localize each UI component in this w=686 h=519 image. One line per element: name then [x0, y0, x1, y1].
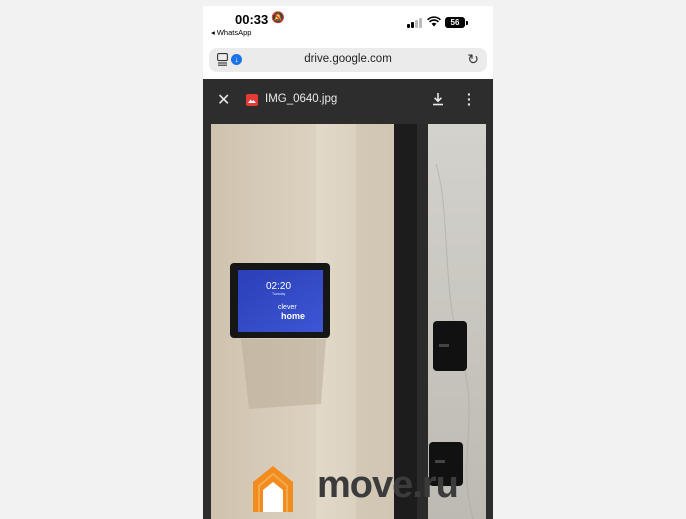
download-icon[interactable]: [431, 92, 445, 106]
device-brand-line1: clever: [278, 304, 297, 311]
photo-content: 02:20 Tuesday clever home move.ru: [211, 124, 486, 519]
address-bar[interactable]: ↓ drive.google.com ↻: [209, 48, 487, 72]
close-icon[interactable]: ✕: [217, 90, 230, 110]
url-text[interactable]: drive.google.com: [209, 53, 487, 65]
cell-signal-icon: [407, 18, 423, 28]
watermark-text: move.ru: [317, 464, 459, 506]
silent-bell-icon: 🔕: [271, 12, 285, 24]
device-screen-text: 02:20 Tuesday clever home: [238, 270, 323, 332]
drive-image-viewer: ✕ IMG_0640.jpg · · · 02:20 Tuesday cleve…: [203, 79, 493, 519]
status-bar: 00:33 🔕 ◂ WhatsApp 56: [203, 6, 493, 42]
back-to-app-link[interactable]: ◂ WhatsApp: [211, 28, 251, 37]
device-subtext: Tuesday: [272, 292, 286, 296]
device-time: 02:20: [266, 281, 292, 292]
file-name: IMG_0640.jpg: [265, 93, 338, 105]
reload-icon[interactable]: ↻: [467, 51, 479, 68]
more-options-icon[interactable]: · · ·: [467, 87, 472, 111]
phone-screen: 00:33 🔕 ◂ WhatsApp 56 ↓ drive.google.com…: [203, 6, 493, 519]
status-time: 00:33: [235, 12, 269, 27]
battery-indicator: 56: [445, 17, 468, 28]
image-file-icon: [246, 94, 258, 106]
wifi-icon: [427, 16, 441, 30]
viewer-toolbar: ✕ IMG_0640.jpg · · ·: [203, 79, 493, 123]
device-brand-line2: home: [281, 311, 306, 321]
